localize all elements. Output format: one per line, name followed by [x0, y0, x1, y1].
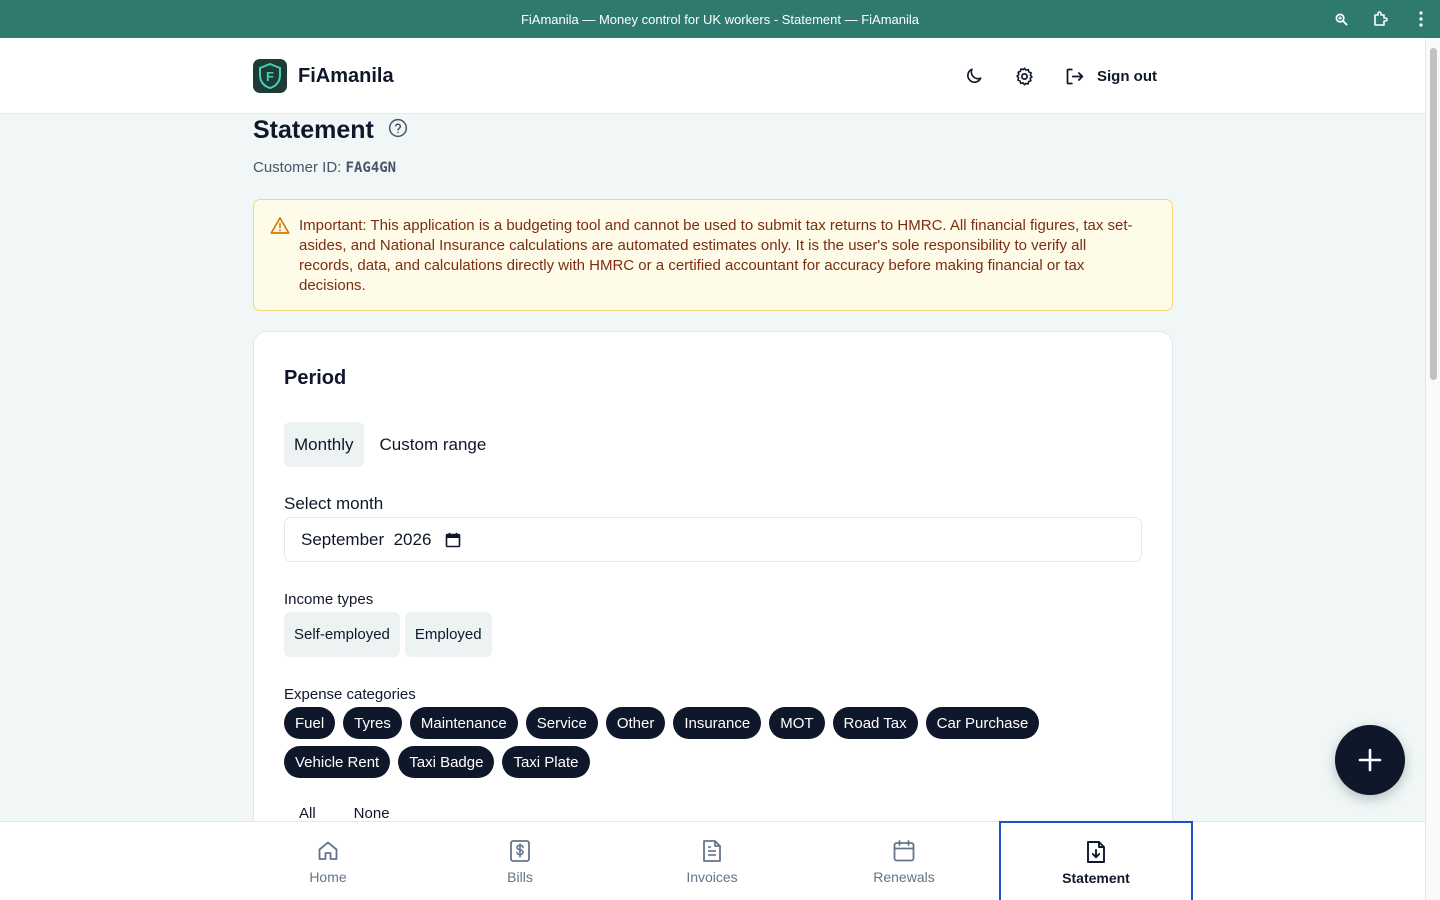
sign-out-label: Sign out — [1097, 67, 1157, 85]
gear-icon — [1015, 66, 1033, 86]
income-chip-self-employed[interactable]: Self-employed — [284, 612, 400, 657]
plus-icon — [1358, 748, 1382, 772]
browser-titlebar: FiAmanila — Money control for UK workers… — [0, 0, 1440, 38]
statement-download-icon — [1083, 839, 1109, 865]
customer-id-label: Customer ID: — [253, 159, 342, 176]
expense-chip-fuel[interactable]: Fuel — [284, 707, 336, 739]
zoom-icon[interactable] — [1332, 10, 1350, 28]
nav-label-renewals: Renewals — [873, 869, 935, 885]
expense-chip-car-purchase[interactable]: Car Purchase — [925, 707, 1040, 739]
page-title-row: Statement — [253, 116, 408, 145]
income-types: Self-employed Employed — [284, 612, 492, 657]
income-types-label: Income types — [284, 591, 374, 608]
browser-toolbar-icons — [1332, 0, 1430, 38]
select-month-label: Select month — [284, 494, 384, 513]
brand[interactable]: F FiAmanila — [253, 59, 394, 93]
more-menu-icon[interactable] — [1412, 10, 1430, 28]
page-title: Statement — [253, 116, 374, 144]
logout-icon — [1066, 68, 1084, 84]
window-title: FiAmanila — Money control for UK workers… — [520, 11, 920, 27]
nav-item-statement[interactable]: Statement — [999, 821, 1193, 900]
nav-label-statement: Statement — [1062, 869, 1130, 886]
calendar-picker-icon[interactable] — [445, 532, 461, 548]
income-chip-employed[interactable]: Employed — [404, 612, 492, 657]
settings-button[interactable] — [1012, 62, 1036, 90]
customer-id-row: Customer ID: FAG4GN — [253, 159, 396, 176]
expense-chip-mot[interactable]: MOT — [769, 707, 825, 739]
help-icon[interactable] — [388, 118, 408, 143]
expense-chip-other[interactable]: Other — [605, 707, 666, 739]
expense-categories: Fuel Tyres Maintenance Service Other Ins… — [284, 707, 1144, 778]
dark-mode-toggle[interactable] — [962, 62, 986, 90]
expense-chip-service[interactable]: Service — [525, 707, 598, 739]
invoice-icon — [699, 838, 725, 864]
calendar-icon — [891, 838, 917, 864]
customer-id-value: FAG4GN — [345, 160, 397, 176]
page-scrollbar[interactable] — [1425, 38, 1440, 900]
month-input[interactable]: September 2026 — [284, 517, 1142, 562]
app-header: F FiAmanila Sign out — [0, 38, 1425, 114]
logo-letter: F — [266, 69, 274, 84]
bottom-nav: Home Bills Invoices Renewals Statement — [0, 821, 1425, 900]
expense-chip-vehicle-rent[interactable]: Vehicle Rent — [284, 746, 391, 778]
disclaimer-text: Important: This application is a budgeti… — [299, 217, 1133, 294]
add-entry-button[interactable] — [1335, 725, 1405, 795]
expense-chip-taxi-badge[interactable]: Taxi Badge — [398, 746, 495, 778]
expense-categories-label: Expense categories — [284, 686, 416, 703]
tab-monthly[interactable]: Monthly — [284, 422, 364, 467]
nav-label-bills: Bills — [507, 869, 533, 885]
expense-chip-taxi-plate[interactable]: Taxi Plate — [502, 746, 590, 778]
tab-custom-range[interactable]: Custom range — [370, 422, 497, 467]
shield-logo-icon: F — [253, 59, 287, 93]
scrollbar-thumb[interactable] — [1430, 48, 1437, 380]
brand-name: FiAmanila — [298, 64, 394, 87]
extensions-icon[interactable] — [1372, 10, 1390, 28]
header-actions: Sign out — [962, 62, 1157, 90]
sign-out-button[interactable]: Sign out — [1064, 66, 1157, 87]
nav-item-bills[interactable]: Bills — [423, 822, 617, 900]
period-title: Period — [284, 367, 347, 389]
period-card: Period Monthly Custom range Select month… — [253, 331, 1173, 891]
disclaimer-alert: Important: This application is a budgeti… — [253, 199, 1173, 311]
month-value: September 2026 — [301, 529, 432, 549]
expense-chip-maintenance[interactable]: Maintenance — [409, 707, 518, 739]
expense-chip-road-tax[interactable]: Road Tax — [832, 707, 918, 739]
warning-icon — [270, 216, 290, 240]
home-icon — [315, 838, 341, 864]
moon-icon — [967, 68, 982, 83]
nav-item-renewals[interactable]: Renewals — [807, 822, 1001, 900]
nav-label-home: Home — [309, 869, 347, 885]
expense-chip-tyres[interactable]: Tyres — [343, 707, 402, 739]
bills-icon — [507, 838, 533, 864]
nav-item-home[interactable]: Home — [231, 822, 425, 900]
expense-chip-insurance[interactable]: Insurance — [673, 707, 762, 739]
period-tabs: Monthly Custom range — [284, 422, 496, 467]
nav-label-invoices: Invoices — [686, 869, 738, 885]
nav-item-invoices[interactable]: Invoices — [615, 822, 809, 900]
